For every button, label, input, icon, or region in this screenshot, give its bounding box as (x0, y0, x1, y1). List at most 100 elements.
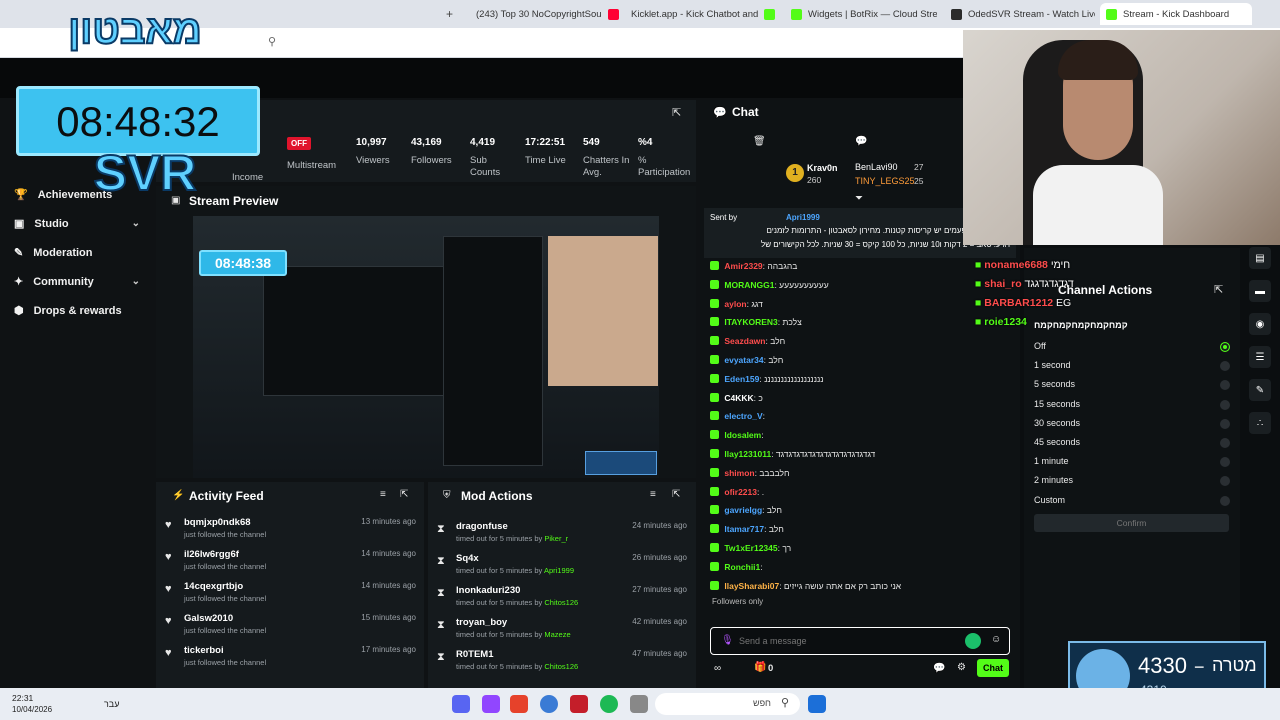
slow-mode-option[interactable]: 5 seconds (1034, 379, 1230, 391)
slow-mode-option[interactable]: 2 minutes (1034, 475, 1230, 487)
chat-username[interactable]: ofir2213 (724, 487, 757, 497)
chat-input[interactable] (739, 633, 939, 649)
collapse-icon[interactable]: ⏷ (855, 193, 863, 204)
taskbar-search[interactable]: חפש ⚲ (655, 693, 800, 715)
list-item[interactable]: ⧗ R0TEM1 timed out for 5 minutes by Chit… (437, 649, 687, 677)
chat-username[interactable]: ITAYKOREN3 (724, 317, 777, 327)
sidebar-item-community[interactable]: ✦ Community ⌄ (14, 275, 140, 289)
chat-username[interactable]: llaySharabi07 (724, 581, 779, 591)
sidebar-item-moderation[interactable]: ✎ Moderation (14, 246, 140, 260)
confirm-button[interactable]: Confirm (1034, 514, 1229, 532)
stream-video[interactable]: 08:48:38 (193, 216, 659, 478)
chat-settings-icon[interactable]: 💬 (855, 136, 867, 147)
chat-username[interactable]: shimon (724, 468, 754, 478)
new-tab-icon[interactable]: + (446, 7, 453, 21)
chat-message[interactable]: llaySharabi07: אני כותב רק אם אתה עושה ג… (710, 580, 901, 591)
chat-username[interactable]: ldosalem (724, 430, 761, 440)
chat-message[interactable]: aylon: דגג (710, 298, 763, 309)
filter-icon[interactable]: ≡ (650, 489, 656, 500)
chat-message[interactable]: Tw1xEr12345: רך (710, 543, 791, 553)
chat-message[interactable]: ITAYKOREN3: צלכת (710, 317, 802, 327)
browser-tab-odedsvr[interactable]: OdedSVR Stream - Watch Live (945, 3, 1095, 25)
chat-message[interactable]: gavrielgg: חלב (710, 505, 782, 515)
spotify-icon[interactable] (600, 695, 618, 713)
slow-mode-option[interactable]: Off (1034, 341, 1230, 352)
chat-username[interactable]: C4KKK (724, 393, 753, 403)
browser-tab-music[interactable]: (243) Top 30 NoCopyrightSou ✕ (470, 3, 622, 25)
twitch-icon[interactable] (482, 695, 500, 713)
taskbar-language[interactable]: עבר (104, 699, 119, 709)
chat-username[interactable]: Ronchii1 (724, 562, 760, 572)
broadcast-icon[interactable]: ◉ (1249, 313, 1271, 335)
chat-message[interactable]: ofir2213: . (710, 486, 764, 497)
list-item[interactable]: ♥ Galsw2010 just followed the channel 15… (165, 613, 416, 641)
chat-message[interactable]: Seazdawn: חלב (710, 336, 785, 346)
obs-icon[interactable] (570, 695, 588, 713)
trash-icon[interactable]: 🗑 (753, 136, 766, 147)
chat-username[interactable]: gavrielgg (724, 505, 762, 515)
popout-icon[interactable]: ⇱ (672, 106, 681, 119)
list-item[interactable]: ⧗ lnonkaduri230 timed out for 5 minutes … (437, 585, 687, 613)
radio-button[interactable] (1220, 418, 1230, 429)
slow-mode-option[interactable]: Custom (1034, 495, 1230, 506)
browser-tab-botrix[interactable]: Widgets | BotRix — Cloud Stre (785, 3, 937, 25)
list-item[interactable]: ⧗ troyan_boy timed out for 5 minutes by … (437, 617, 687, 645)
radio-button[interactable] (1220, 476, 1230, 487)
radio-button[interactable] (1220, 457, 1230, 468)
chat-message[interactable]: llay1231011: דגדגדגדגדגדגדגדגדגדגדגדגד (710, 449, 875, 459)
list-item[interactable]: ♥ tickerboi just followed the channel 17… (165, 645, 416, 673)
chat-username[interactable]: Tw1xEr12345 (724, 543, 777, 553)
radio-button[interactable] (1220, 361, 1230, 372)
chat-username[interactable]: Seazdawn (724, 336, 765, 346)
list-item[interactable]: ♥ 14cqexgrtbjo just followed the channel… (165, 581, 416, 609)
files-icon[interactable] (630, 695, 648, 713)
gear-icon[interactable]: ⚙ (957, 662, 966, 673)
popout-icon[interactable]: ⇱ (1214, 283, 1223, 296)
chat-username[interactable]: electro_V (724, 411, 762, 421)
emoji-icon[interactable]: ☺ (991, 634, 1001, 645)
list-item[interactable]: ♥ il26lw6rgg6f just followed the channel… (165, 549, 416, 577)
chat-message[interactable]: Amir2329: בהגבהה (710, 261, 797, 271)
mic-icon[interactable]: 🎙 (721, 635, 734, 646)
radio-button[interactable] (1220, 495, 1230, 506)
slow-mode-option[interactable]: 30 seconds (1034, 418, 1230, 429)
chat-message[interactable]: electro_V: (710, 411, 765, 421)
chat-bubble-icon[interactable]: ▬ (1249, 280, 1271, 302)
chrome-icon[interactable] (540, 695, 558, 713)
app-icon[interactable] (510, 695, 528, 713)
chat-message[interactable]: evyatar34: חלב (710, 355, 783, 365)
list-item[interactable]: ♥ bqmjxp0ndk68 just followed the channel… (165, 517, 416, 545)
chat-message[interactable]: shimon: חלבבבב (710, 467, 790, 478)
discord-icon[interactable] (452, 695, 470, 713)
nodes-icon[interactable]: ∴ (1249, 412, 1271, 434)
slow-mode-option[interactable]: 15 seconds (1034, 399, 1230, 410)
chat-message[interactable]: MORANGG1: עעעעעעעעעע (710, 279, 829, 290)
slow-mode-option[interactable]: 1 minute (1034, 456, 1230, 468)
chat-username[interactable]: aylon (724, 299, 746, 309)
chat-username[interactable]: MORANGG1 (724, 280, 774, 290)
chat-message[interactable]: ltamar717: חלב (710, 524, 784, 534)
radio-button[interactable] (1220, 438, 1230, 448)
gift-icon[interactable]: 🎁 (754, 662, 766, 673)
chat-message[interactable]: Eden159: ננננננננננננננננננ (710, 373, 824, 384)
chat-username[interactable]: llay1231011 (724, 449, 771, 459)
chat-message[interactable]: ldosalem: (710, 430, 764, 440)
chat-message[interactable]: Ronchii1: (710, 561, 763, 572)
chat-bubble-icon[interactable]: 💬 (933, 663, 945, 674)
list-item[interactable]: ⧗ dragonfuse timed out for 5 minutes by … (437, 521, 687, 549)
layout-icon[interactable]: ▤ (1249, 247, 1271, 269)
popout-icon[interactable]: ⇱ (672, 489, 680, 500)
radio-button[interactable] (1220, 399, 1230, 410)
list-item[interactable]: ⧗ Sq4x timed out for 5 minutes by Apri19… (437, 553, 687, 581)
browser-tab-dashboard[interactable]: Stream - Kick Dashboard (1100, 3, 1252, 25)
chat-message[interactable]: C4KKK: כ (710, 392, 763, 403)
list-icon[interactable]: ☰ (1249, 346, 1271, 368)
chat-send-button[interactable]: Chat (977, 659, 1009, 677)
chat-username[interactable]: ltamar717 (724, 524, 764, 534)
wrench-icon[interactable]: ✎ (1249, 379, 1271, 401)
multistream-status-badge[interactable]: OFF (287, 137, 311, 150)
radio-button[interactable] (1220, 380, 1230, 391)
chat-username[interactable]: Eden159 (724, 374, 759, 384)
browser-tab-kicklet[interactable]: Kicklet.app - Kick Chatbot and (625, 3, 777, 25)
radio-button[interactable] (1220, 342, 1230, 352)
